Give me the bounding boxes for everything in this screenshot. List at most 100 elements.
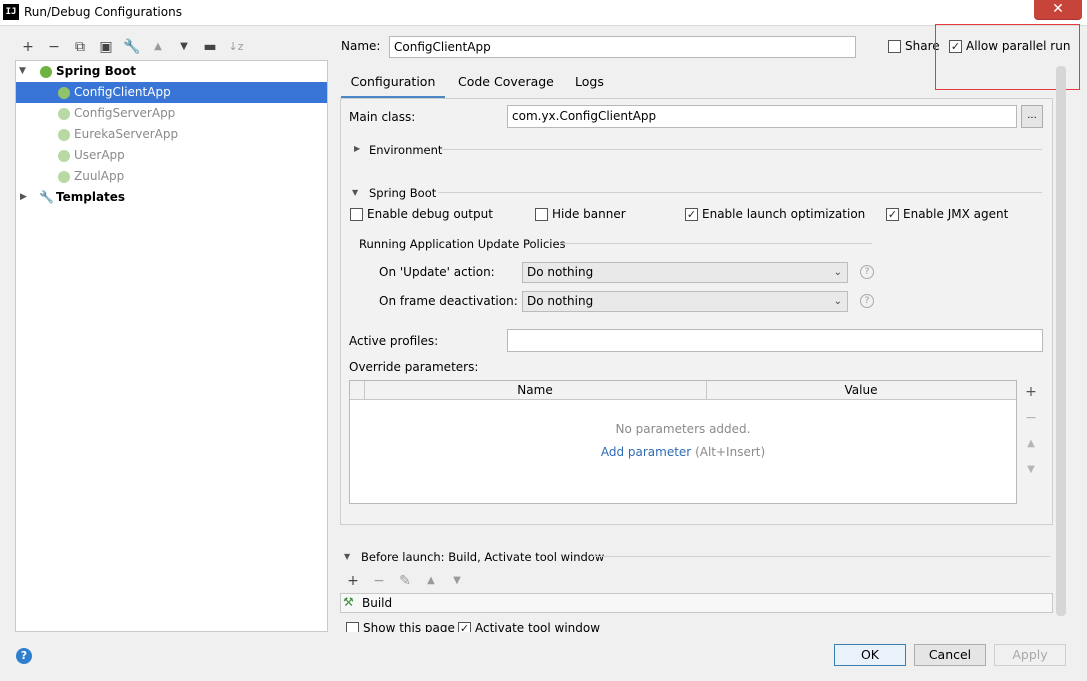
cancel-button[interactable]: Cancel xyxy=(914,644,986,666)
copy-icon[interactable]: ⧉ xyxy=(70,38,90,56)
title-bar: IJ Run/Debug Configurations ✕ xyxy=(0,0,1087,26)
move-up-icon[interactable]: ▲ xyxy=(421,572,441,590)
name-input[interactable]: ConfigClientApp xyxy=(389,36,856,58)
active-profiles-input[interactable] xyxy=(507,329,1043,352)
tree-item-configclientapp[interactable]: ConfigClientApp xyxy=(16,82,327,103)
intellij-logo-icon: IJ xyxy=(3,4,19,20)
close-window-button[interactable]: ✕ xyxy=(1034,0,1082,20)
expanded-arrow-icon[interactable]: ▼ xyxy=(19,61,26,82)
move-up-icon[interactable]: ▲ xyxy=(148,38,168,56)
add-parameter-link[interactable]: Add parameter xyxy=(601,445,691,459)
activate-tool-window-label: Activate tool window xyxy=(475,621,601,632)
spring-app-icon xyxy=(58,150,70,162)
name-label: Name: xyxy=(341,39,381,53)
browse-main-class-button[interactable]: ... xyxy=(1021,105,1043,128)
tree-item-configserverapp[interactable]: ConfigServerApp xyxy=(16,103,327,124)
move-down-icon[interactable]: ▼ xyxy=(174,38,194,56)
override-parameters-table[interactable]: Name Value No parameters added. Add para… xyxy=(349,380,1017,504)
tree-group-label: Spring Boot xyxy=(56,64,136,78)
folder-add-icon[interactable]: ▬ xyxy=(200,38,220,56)
hide-banner-label: Hide banner xyxy=(552,207,626,221)
tree-group-spring-boot[interactable]: ▼ Spring Boot xyxy=(16,61,327,82)
add-icon[interactable]: + xyxy=(343,572,363,590)
on-update-select[interactable]: Do nothing ⌄ xyxy=(522,262,848,283)
show-page-checkbox[interactable] xyxy=(346,622,359,632)
add-parameter-hint: (Alt+Insert) xyxy=(695,445,766,459)
spring-boot-icon xyxy=(40,66,52,78)
divider xyxy=(438,192,1042,193)
remove-icon[interactable]: − xyxy=(1022,410,1040,428)
before-launch-list[interactable]: ⚒ Build xyxy=(340,593,1053,613)
remove-icon[interactable]: − xyxy=(44,38,64,56)
enable-debug-checkbox[interactable] xyxy=(350,208,363,221)
move-down-icon[interactable]: ▼ xyxy=(447,572,467,590)
launch-optimization-label: Enable launch optimization xyxy=(702,207,866,221)
empty-table-text: No parameters added. xyxy=(615,422,751,436)
wrench-icon[interactable]: 🔧 xyxy=(122,38,142,56)
spring-app-icon xyxy=(58,87,70,99)
tree-item-label: UserApp xyxy=(74,148,125,162)
sort-icon[interactable]: ↓z xyxy=(226,38,246,56)
on-frame-value: Do nothing xyxy=(527,294,594,308)
tree-item-eurekaserverapp[interactable]: EurekaServerApp xyxy=(16,124,327,145)
tree-item-label: EurekaServerApp xyxy=(74,127,179,141)
wrench-icon: 🔧 xyxy=(39,190,54,204)
tab-code-coverage[interactable]: Code Coverage xyxy=(458,73,554,99)
activate-tool-window-checkbox[interactable]: ✓ xyxy=(458,622,471,632)
column-header-name[interactable]: Name xyxy=(364,381,706,399)
tree-item-zuulapp[interactable]: ZuulApp xyxy=(16,166,327,187)
divider xyxy=(442,149,1042,150)
tree-group-templates[interactable]: ▶ 🔧 Templates xyxy=(16,187,327,208)
apply-button[interactable]: Apply xyxy=(994,644,1066,666)
build-task-label[interactable]: Build xyxy=(362,596,392,610)
add-icon[interactable]: + xyxy=(1022,384,1040,402)
tab-configuration[interactable]: Configuration xyxy=(341,73,445,99)
main-class-input[interactable]: com.yx.ConfigClientApp xyxy=(507,105,1017,128)
remove-icon[interactable]: − xyxy=(369,572,389,590)
before-launch-label[interactable]: Before launch: Build, Activate tool wind… xyxy=(361,550,604,564)
update-policies-label: Running Application Update Policies xyxy=(359,237,566,251)
vertical-scrollbar[interactable] xyxy=(1056,66,1066,616)
expanded-arrow-icon[interactable]: ▼ xyxy=(344,552,350,561)
jmx-agent-checkbox[interactable]: ✓ xyxy=(886,208,899,221)
add-icon[interactable]: + xyxy=(18,38,38,56)
enable-debug-label: Enable debug output xyxy=(367,207,493,221)
tab-logs[interactable]: Logs xyxy=(575,73,604,99)
tree-group-label: Templates xyxy=(56,190,126,204)
column-header-value[interactable]: Value xyxy=(706,381,1016,399)
move-up-icon[interactable]: ▲ xyxy=(1022,438,1040,456)
hide-banner-checkbox[interactable] xyxy=(535,208,548,221)
spring-boot-section-label[interactable]: Spring Boot xyxy=(369,186,436,200)
configuration-tree[interactable]: ▼ Spring Boot ConfigClientApp ConfigServ… xyxy=(15,60,328,632)
main-class-label: Main class: xyxy=(349,110,416,124)
move-down-icon[interactable]: ▼ xyxy=(1022,464,1040,482)
save-icon[interactable]: ▣ xyxy=(96,38,116,56)
override-parameters-label: Override parameters: xyxy=(349,360,479,374)
chevron-down-icon: ⌄ xyxy=(833,296,842,307)
jmx-agent-label: Enable JMX agent xyxy=(903,207,1009,221)
tree-item-label: ConfigClientApp xyxy=(74,85,171,99)
show-page-label: Show this page xyxy=(363,621,455,632)
spring-app-icon xyxy=(58,108,70,120)
launch-optimization-checkbox[interactable]: ✓ xyxy=(685,208,698,221)
on-frame-select[interactable]: Do nothing ⌄ xyxy=(522,291,848,312)
tree-item-userapp[interactable]: UserApp xyxy=(16,145,327,166)
ok-button[interactable]: OK xyxy=(834,644,906,666)
help-icon[interactable]: ? xyxy=(16,648,32,664)
window-title: Run/Debug Configurations xyxy=(24,5,182,19)
collapsed-arrow-icon[interactable]: ▶ xyxy=(354,144,360,153)
help-icon[interactable]: ? xyxy=(860,265,874,279)
share-checkbox[interactable] xyxy=(888,40,901,53)
expanded-arrow-icon[interactable]: ▼ xyxy=(352,188,358,197)
environment-section-label[interactable]: Environment xyxy=(369,143,442,157)
divider xyxy=(592,556,1050,557)
on-update-value: Do nothing xyxy=(527,265,594,279)
table-header: Name Value xyxy=(350,381,1016,400)
divider xyxy=(560,243,872,244)
spring-app-icon xyxy=(58,129,70,141)
help-icon[interactable]: ? xyxy=(860,294,874,308)
on-frame-label: On frame deactivation: xyxy=(379,294,518,308)
collapsed-arrow-icon[interactable]: ▶ xyxy=(20,187,27,208)
before-launch-options: Show this page ✓ Activate tool window xyxy=(340,620,1053,632)
edit-icon[interactable]: ✎ xyxy=(395,572,415,590)
